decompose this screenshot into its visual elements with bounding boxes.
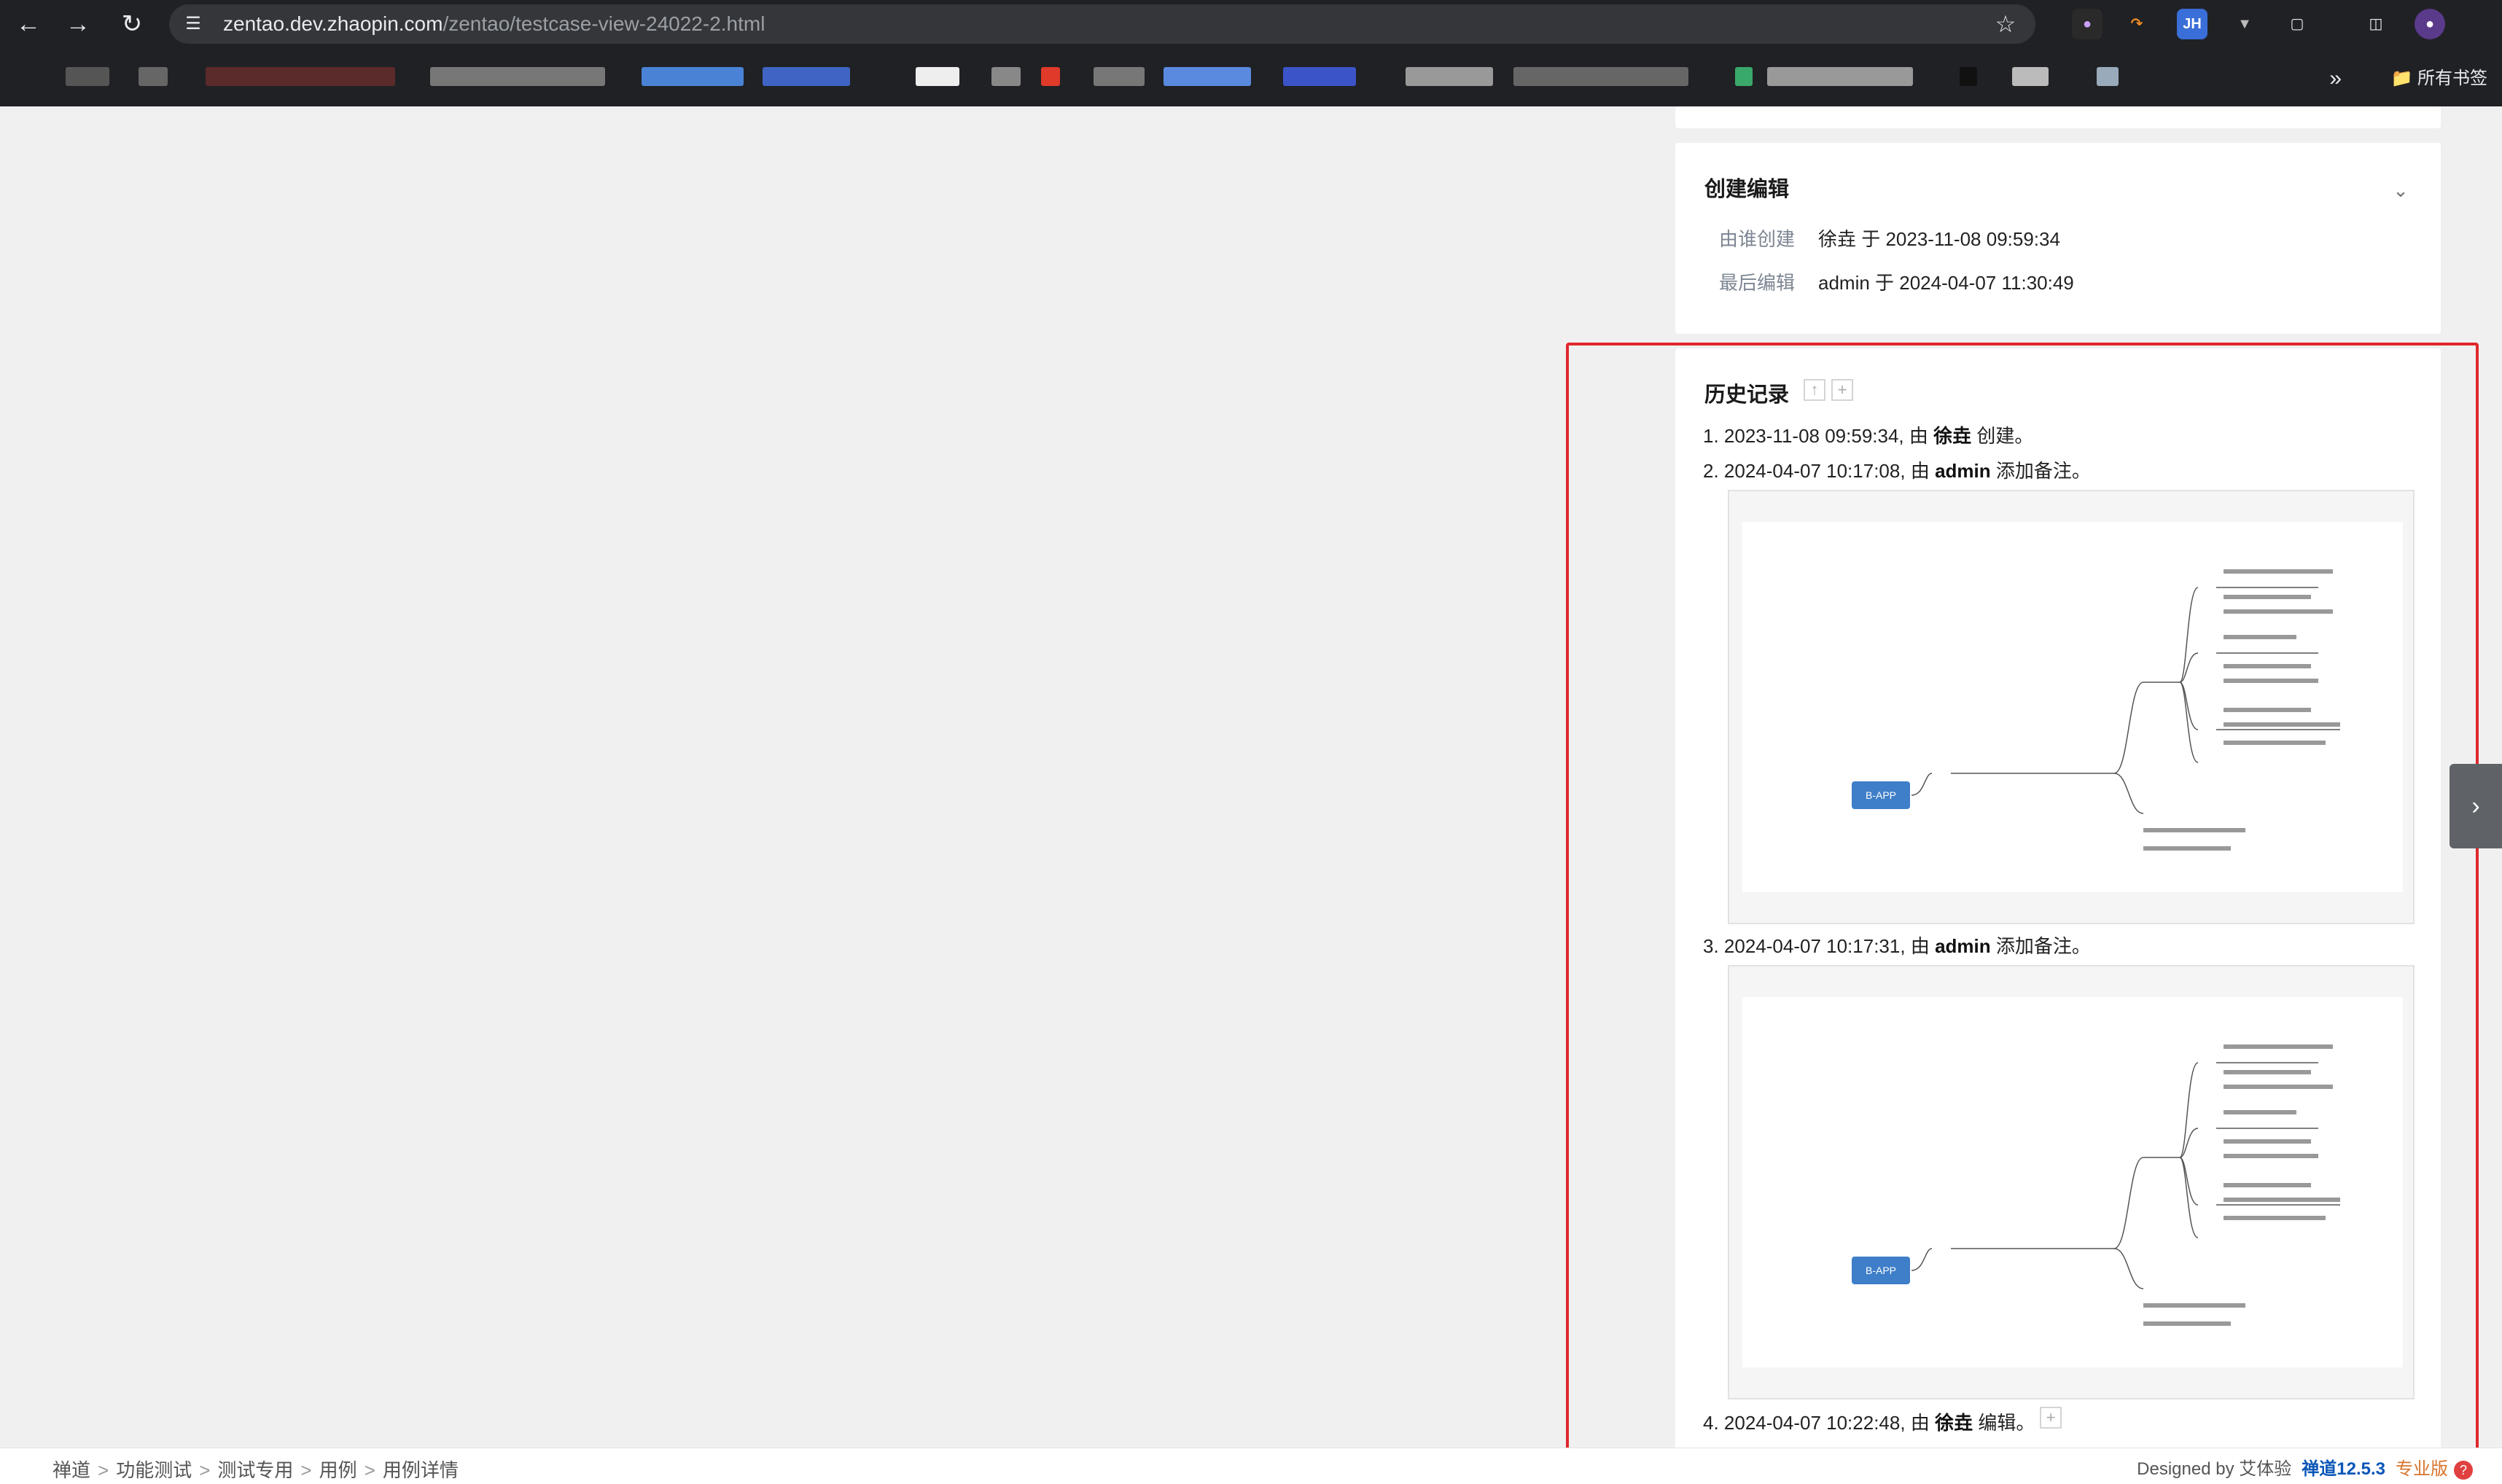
extension-arrow-icon[interactable]: ↷	[2121, 9, 2152, 39]
sidepanel-icon[interactable]: ◫	[2361, 9, 2391, 39]
previous-panel	[1675, 106, 2441, 128]
create-edit-title: 创建编辑	[1704, 178, 1790, 201]
browser-toolbar: ← → ↻ ☰ zentao.dev.zhaopin.com/zentao/te…	[0, 0, 2502, 48]
bookmark-item[interactable]	[1406, 67, 1493, 86]
profile-avatar-icon[interactable]: ●	[2415, 9, 2445, 39]
designed-by-text: Designed by 艾体验	[2137, 1459, 2292, 1479]
extension-v-icon[interactable]: ▼	[2229, 9, 2260, 39]
created-by-value: 徐垚 于 2023-11-08 09:59:34	[1818, 228, 2060, 250]
breadcrumb-item[interactable]: 功能测试	[116, 1459, 192, 1481]
version-link[interactable]: 禅道12.5.3	[2302, 1459, 2385, 1479]
bookmark-item[interactable]	[1283, 67, 1356, 86]
bookmark-item[interactable]	[430, 67, 605, 86]
extension-icon[interactable]: ●	[2072, 9, 2102, 39]
bookmark-item[interactable]	[1164, 67, 1251, 86]
create-edit-panel: 创建编辑 ⌄ 由谁创建 徐垚 于 2023-11-08 09:59:34 最后编…	[1675, 143, 2441, 334]
help-icon[interactable]: ?	[2454, 1461, 2473, 1480]
bookmark-item[interactable]	[66, 67, 109, 86]
bookmark-item[interactable]	[916, 67, 959, 86]
bookmark-item[interactable]	[139, 67, 168, 86]
bookmark-item[interactable]	[1767, 67, 1913, 86]
forward-icon[interactable]: →	[60, 6, 96, 42]
star-icon[interactable]: ☆	[1992, 10, 2019, 38]
browser-chrome: ← → ↻ ☰ zentao.dev.zhaopin.com/zentao/te…	[0, 0, 2502, 106]
bookmark-item[interactable]	[991, 67, 1021, 86]
breadcrumb: 禅道 > 功能测试 > 测试专用 > 用例 > 用例详情	[52, 1459, 459, 1481]
breadcrumb-item[interactable]: 禅道	[52, 1459, 90, 1481]
bookmark-item[interactable]	[763, 67, 850, 86]
breadcrumb-item[interactable]: 测试专用	[217, 1459, 293, 1481]
url-text[interactable]: zentao.dev.zhaopin.com/zentao/testcase-v…	[223, 4, 765, 44]
chevron-down-icon[interactable]: ⌄	[2390, 179, 2412, 201]
all-bookmarks-button[interactable]: 📁 所有书签	[2390, 64, 2487, 93]
bookmark-item[interactable]	[642, 67, 744, 86]
all-bookmarks-label: 所有书签	[2417, 69, 2487, 88]
footer-bar: 禅道 > 功能测试 > 测试专用 > 用例 > 用例详情 Designed by 艾体验 禅道12…	[0, 1448, 2502, 1484]
back-icon[interactable]: ←	[10, 6, 47, 42]
side-panel-toggle-icon[interactable]: ›	[2450, 764, 2502, 848]
last-edited-label: 最后编辑	[1719, 272, 1796, 294]
bookmark-item[interactable]	[1513, 67, 1688, 86]
bookmark-item[interactable]	[1960, 67, 1977, 86]
highlight-box	[1566, 343, 2479, 1453]
created-by-label: 由谁创建	[1719, 228, 1796, 250]
bookmark-item[interactable]	[2012, 67, 2049, 86]
bookmark-item[interactable]	[2097, 67, 2119, 86]
footer-info: Designed by 艾体验 禅道12.5.3 专业版?	[2137, 1454, 2473, 1480]
breadcrumb-item[interactable]: 用例	[319, 1459, 357, 1481]
bookmarks-bar: » 📁 所有书签	[0, 54, 2502, 105]
address-bar[interactable]: ☰ zentao.dev.zhaopin.com/zentao/testcase…	[169, 4, 2035, 44]
reload-icon[interactable]: ↻	[114, 6, 150, 42]
bookmark-item[interactable]	[1735, 67, 1753, 86]
folder-icon: 📁	[2390, 69, 2413, 88]
extensions-icon[interactable]: ▢	[2282, 9, 2312, 39]
bookmark-item[interactable]	[1041, 67, 1060, 86]
extension-jh-icon[interactable]: JH	[2177, 9, 2207, 39]
bookmark-item[interactable]	[206, 67, 395, 86]
site-info-icon[interactable]: ☰	[179, 10, 207, 38]
bookmarks-overflow-icon[interactable]: »	[2329, 64, 2342, 93]
breadcrumb-item[interactable]: 用例详情	[383, 1459, 459, 1481]
edition-label[interactable]: 专业版	[2396, 1459, 2448, 1479]
bookmark-item[interactable]	[1094, 67, 1145, 86]
last-edited-value: admin 于 2024-04-07 11:30:49	[1818, 272, 2074, 294]
